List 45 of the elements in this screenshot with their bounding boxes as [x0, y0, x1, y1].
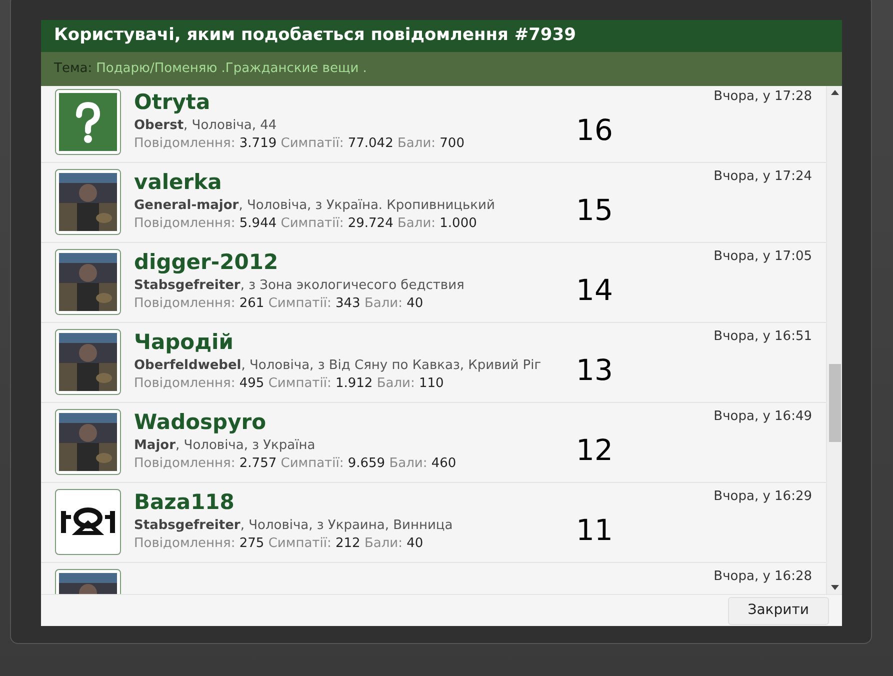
topic-link[interactable]: Подарю/Поменяю .Гражданские вещи . — [96, 59, 367, 79]
user-stats: Повідомлення: 2.757 Симпатії: 9.659 Бали: 460 — [134, 455, 456, 473]
user-info: Major, Чоловіча, з Україна — [134, 437, 316, 455]
annotation-number: 15 — [576, 192, 613, 229]
user-info: Oberst, Чоловіча, 44 — [134, 117, 278, 135]
avatar[interactable] — [55, 169, 121, 235]
scroll-down-icon[interactable] — [831, 585, 839, 590]
user-stats: Повідомлення: 5.944 Симпатії: 29.724 Бали: 1.000 — [134, 215, 478, 233]
user-info: Oberfeldwebel, Чоловіча, з Від Сяну по Кавказ, Кривий Ріг — [134, 357, 542, 375]
topic-label: Тема: — [54, 60, 92, 78]
like-time: Вчора, у 17:24 — [714, 168, 812, 186]
like-time: Вчора, у 16:28 — [714, 568, 812, 586]
like-time: Вчора, у 17:28 — [714, 88, 812, 106]
username-link[interactable]: Чародій — [134, 329, 542, 355]
username-link[interactable]: Baza118 — [134, 489, 453, 515]
avatar[interactable] — [55, 329, 121, 395]
user-stats: Повідомлення: 261 Симпатії: 343 Бали: 40 — [134, 295, 424, 313]
like-time: Вчора, у 16:49 — [714, 408, 812, 426]
avatar[interactable] — [55, 409, 121, 475]
annotation-number: 14 — [576, 272, 613, 309]
annotation-number: 12 — [576, 432, 613, 469]
like-time: Вчора, у 16:29 — [714, 488, 812, 506]
user-stats: Повідомлення: 3.719 Симпатії: 77.042 Бали: 700 — [134, 135, 464, 153]
avatar[interactable] — [55, 249, 121, 315]
question-mark-avatar-icon — [59, 93, 117, 151]
dialog-title: Користувачі, яким подобається повідомлення #7939 — [41, 20, 842, 52]
user-stats: Повідомлення: 495 Симпатії: 1.912 Бали: 110 — [134, 375, 445, 393]
user-info: General-major, Чоловіча, з Україна. Кропивницький — [134, 197, 495, 215]
user-stats: Повідомлення: 275 Симпатії: 212 Бали: 40 — [134, 535, 424, 553]
like-time: Вчора, у 17:05 — [714, 248, 812, 266]
username-link[interactable]: valerka — [134, 169, 495, 195]
scroll-up-icon[interactable] — [831, 90, 839, 95]
like-time: Вчора, у 16:51 — [714, 328, 812, 346]
annotation-number: 16 — [576, 112, 613, 149]
annotation-number: 11 — [576, 512, 613, 549]
close-button[interactable]: Закрити — [728, 596, 829, 624]
scrollbar-thumb[interactable] — [829, 364, 841, 442]
scrollbar[interactable] — [826, 86, 842, 594]
annotation-number: 13 — [576, 352, 613, 389]
user-info: Stabsgefreiter, з Зона экологичесого бедствия — [134, 277, 464, 295]
username-link[interactable]: Wadospyro — [134, 409, 456, 435]
avatar[interactable] — [55, 489, 121, 555]
user-info: Stabsgefreiter, Чоловіча, з Украина, Винница — [134, 517, 453, 535]
username-link[interactable]: digger-2012 — [134, 249, 464, 275]
username-link[interactable]: Otryta — [134, 89, 464, 115]
